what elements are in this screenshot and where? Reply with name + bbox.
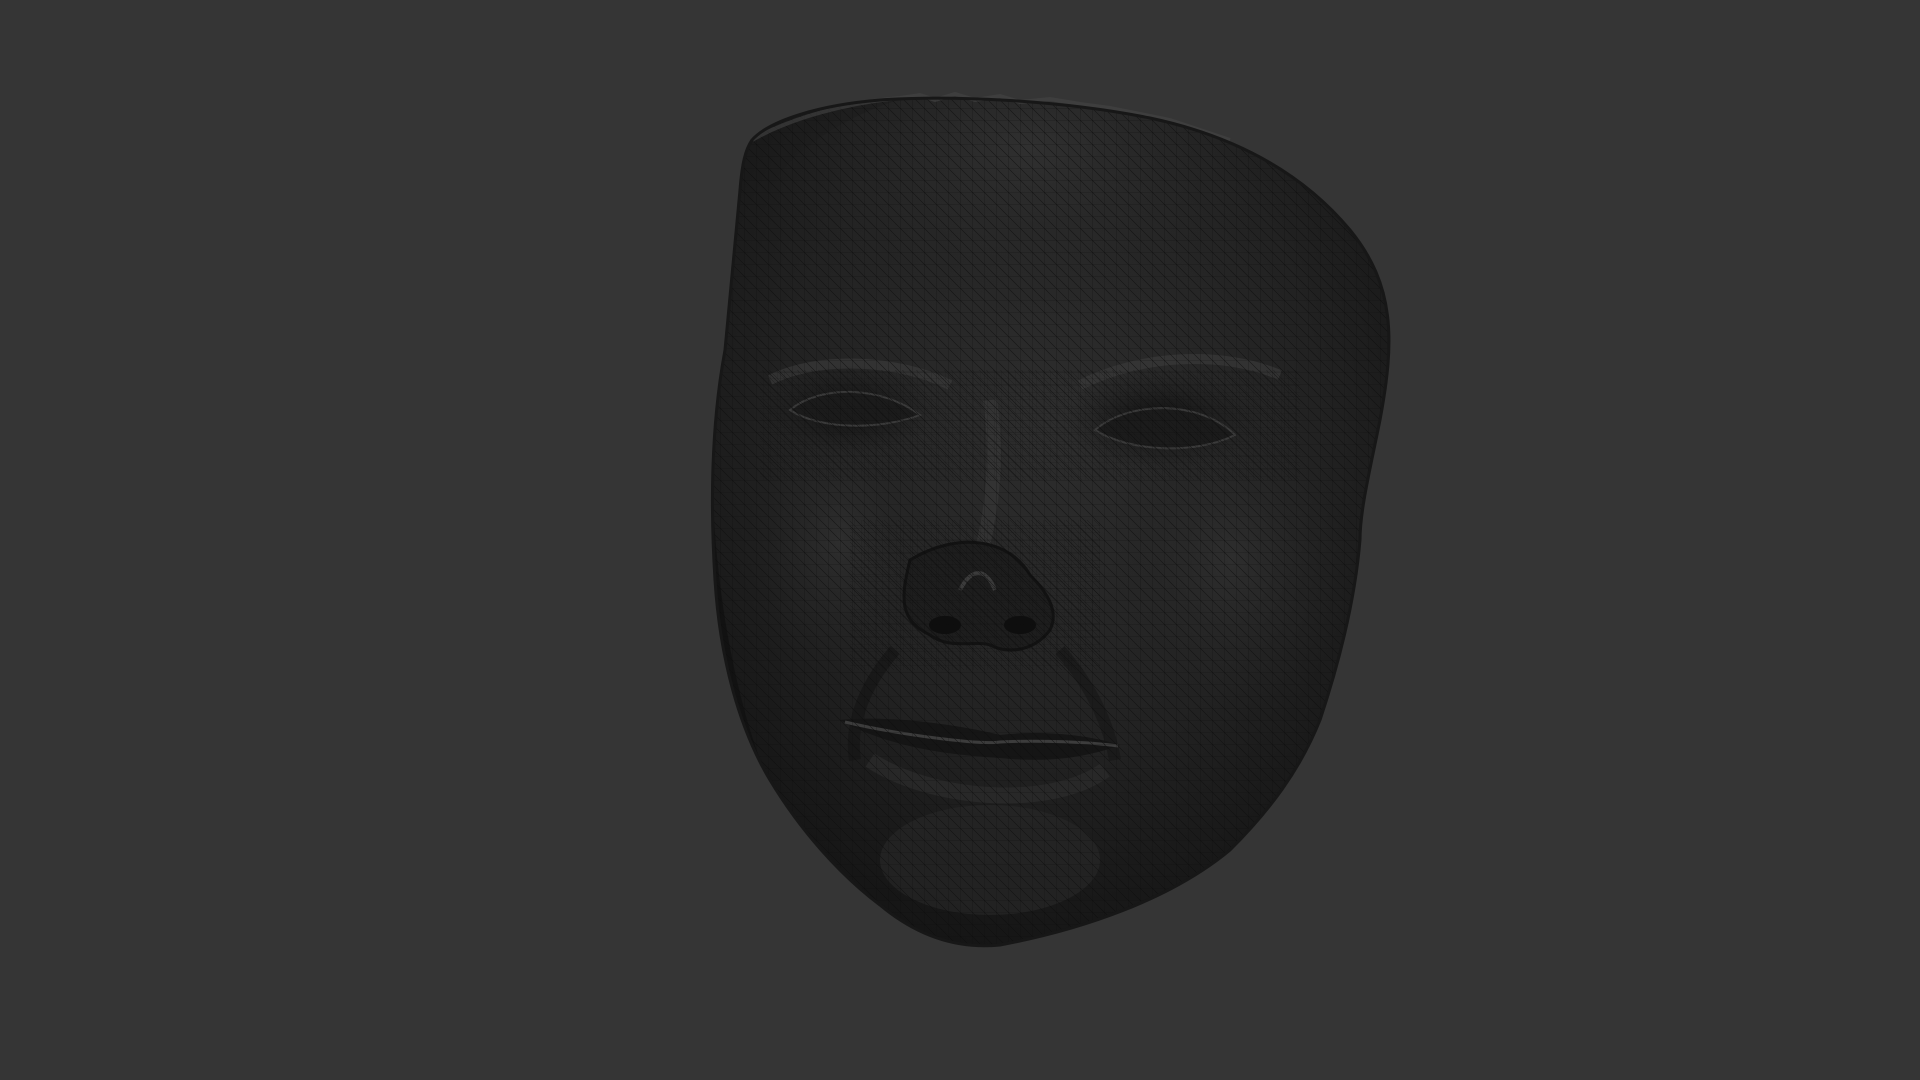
3d-viewport[interactable] bbox=[0, 0, 1920, 1080]
face-mesh-render bbox=[710, 91, 1391, 948]
